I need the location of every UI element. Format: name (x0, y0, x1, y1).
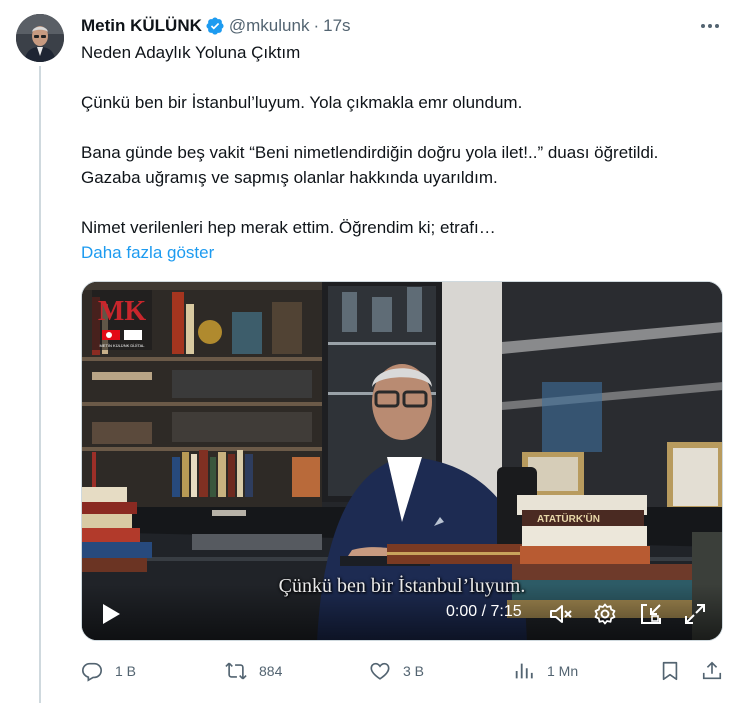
bookmark-button[interactable] (659, 657, 693, 685)
display-name[interactable]: Metin KÜLÜNK (81, 16, 202, 36)
watermark-logo: MK (98, 296, 146, 327)
like-button[interactable]: 3 B (369, 657, 424, 685)
reply-count: 1 B (115, 663, 137, 679)
separator-dot: · (313, 16, 320, 35)
book-spine-text: ATATÜRK'ÜN (537, 512, 600, 525)
tweet-header: Metin KÜLÜNK @mkulunk · 17s (81, 14, 351, 38)
settings-icon[interactable] (592, 602, 618, 626)
retweet-icon (225, 662, 247, 680)
views-icon (515, 663, 533, 679)
handle[interactable]: @mkulunk (229, 16, 310, 36)
like-count: 3 B (403, 663, 425, 679)
thread-line (39, 66, 41, 703)
more-icon[interactable] (698, 16, 722, 36)
share-icon (702, 661, 722, 680)
verified-badge-icon[interactable] (205, 16, 225, 36)
bookmark-icon (662, 661, 678, 681)
share-button[interactable] (701, 657, 735, 685)
views-count: 1 Mn (547, 663, 579, 679)
pip-icon[interactable] (638, 602, 664, 626)
tweet-text: Neden Adaylık Yoluna Çıktım Çünkü ben bi… (81, 40, 731, 240)
reply-button[interactable]: 1 B (81, 657, 136, 685)
reply-icon (82, 662, 102, 682)
like-icon (370, 662, 390, 680)
show-more-link[interactable]: Daha fazla göster (81, 240, 214, 265)
video-player[interactable]: ATATÜRK'ÜN MK METİN KÜLÜNK DİJİTAL Çünkü… (81, 281, 723, 641)
play-icon[interactable] (100, 602, 122, 626)
tweet-line: Çünkü ben bir İstanbul’luyum. Yola çıkma… (81, 93, 523, 112)
views-button[interactable]: 1 Mn (513, 657, 578, 685)
tweet-line: Bana günde beş vakit “Beni nimetlendirdi… (81, 143, 659, 162)
tweet-line: Gazaba uğramış ve sapmış olanlar hakkınd… (81, 168, 498, 187)
video-timecode: 0:00 / 7:15 (446, 603, 522, 620)
watermark-caption: METİN KÜLÜNK DİJİTAL (99, 343, 145, 348)
avatar[interactable] (16, 14, 64, 62)
channel-watermark: MK METİN KÜLÜNK DİJİTAL (92, 290, 152, 350)
retweet-button[interactable]: 884 (225, 657, 282, 685)
tweet-line: Nimet verilenleri hep merak ettim. Öğren… (81, 218, 496, 237)
video-subtitle: Çünkü ben bir İstanbul’luyum. (278, 575, 526, 597)
timestamp[interactable]: 17s (323, 16, 350, 36)
mute-icon[interactable] (548, 602, 574, 626)
tweet-actions: 1 B 884 3 B 1 Mn (81, 657, 723, 685)
tweet-line: Neden Adaylık Yoluna Çıktım (81, 43, 301, 62)
retweet-count: 884 (259, 663, 283, 679)
fullscreen-icon[interactable] (682, 602, 708, 626)
